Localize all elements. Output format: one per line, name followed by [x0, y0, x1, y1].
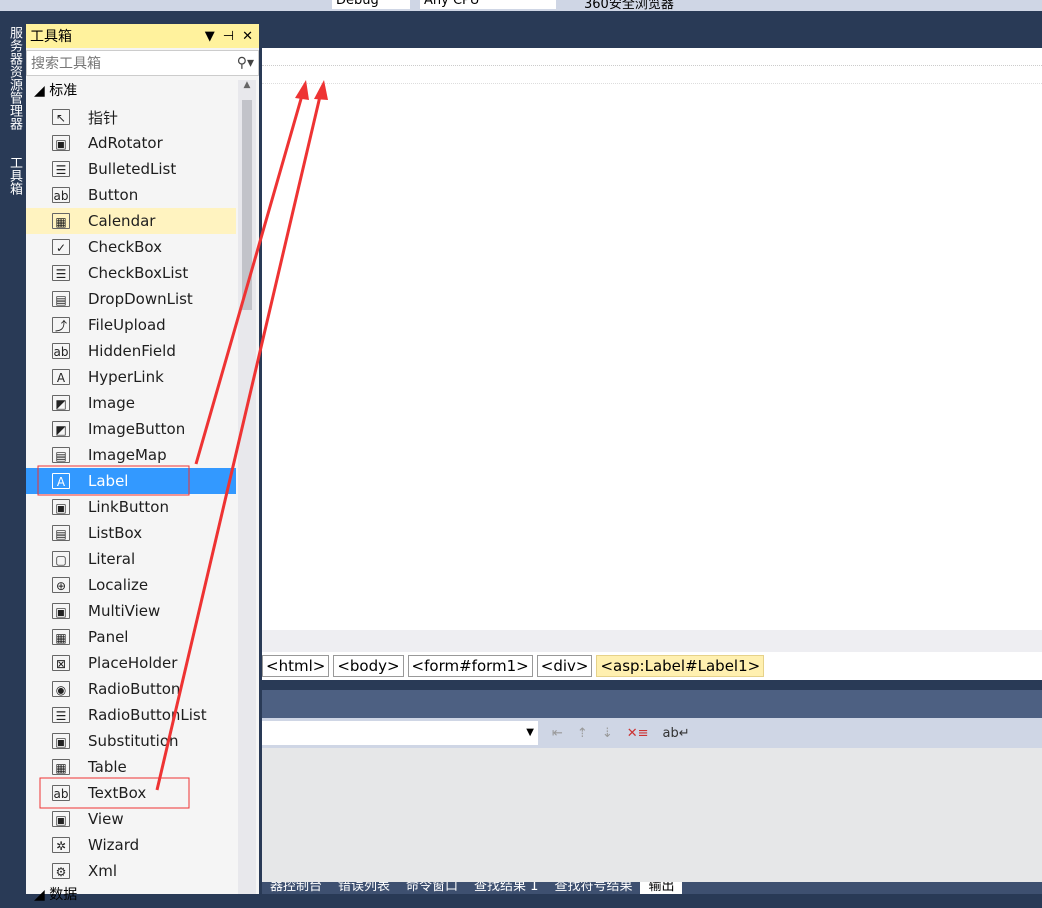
highlight-box-textbox [39, 777, 190, 809]
highlight-box-label [37, 465, 190, 496]
arrow-head-textbox [314, 80, 328, 100]
arrow-head-label [295, 80, 309, 100]
arrow-line-textbox [155, 91, 323, 791]
arrow-line-label [194, 91, 305, 465]
annotation-overlay [37, 80, 328, 809]
